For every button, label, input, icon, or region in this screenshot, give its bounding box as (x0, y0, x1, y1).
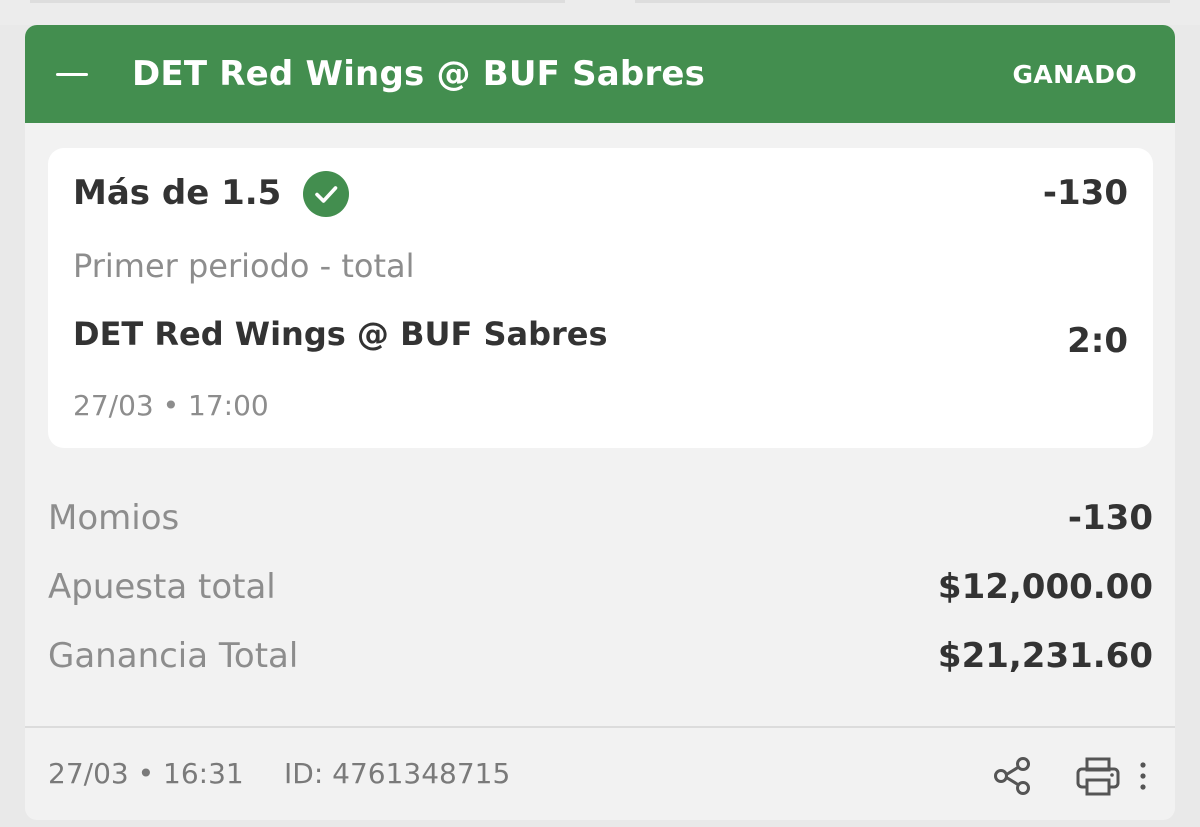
previous-card-edge-left (30, 0, 565, 3)
bet-placed-datetime: 27/03 • 16:31 (48, 757, 244, 790)
print-button[interactable] (1072, 753, 1124, 799)
more-vertical-icon (1140, 762, 1146, 790)
share-icon (994, 757, 1030, 795)
summary-payout-row: Ganancia Total $21,231.60 (48, 634, 1153, 678)
summary-stake-label: Apuesta total (48, 567, 276, 607)
summary-odds-value: -130 (1067, 498, 1153, 538)
bet-title: DET Red Wings @ BUF Sabres (132, 54, 706, 94)
print-icon (1076, 757, 1120, 796)
bet-status-badge: GANADO (1012, 60, 1137, 89)
selection-card: Más de 1.5 -130 Primer periodo - total D… (48, 148, 1153, 448)
previous-card-edge-right (635, 0, 1170, 3)
bet-id: ID: 4761348715 (284, 757, 511, 790)
selection-score: 2:0 (1067, 321, 1128, 361)
collapse-button[interactable] (49, 52, 99, 96)
summary-payout-value: $21,231.60 (937, 636, 1153, 676)
summary-payout-label: Ganancia Total (48, 636, 299, 676)
selection-datetime: 27/03 • 17:00 (73, 389, 269, 422)
summary-stake-row: Apuesta total $12,000.00 (48, 565, 1153, 609)
selection-market: Más de 1.5 (73, 173, 282, 213)
previous-card-edge (0, 0, 1200, 25)
summary-odds-row: Momios -130 (48, 496, 1153, 540)
selection-event: DET Red Wings @ BUF Sabres (73, 315, 608, 353)
minus-icon (56, 73, 88, 76)
footer-divider (25, 726, 1175, 728)
bet-card-header[interactable]: DET Red Wings @ BUF Sabres GANADO (25, 25, 1175, 123)
summary-stake-value: $12,000.00 (937, 567, 1153, 607)
share-button[interactable] (988, 753, 1036, 799)
check-circle-icon (303, 171, 349, 217)
summary-odds-label: Momios (48, 498, 180, 538)
bet-card: DET Red Wings @ BUF Sabres GANADO Más de… (25, 25, 1175, 820)
selection-type: Primer periodo - total (73, 247, 415, 285)
more-options-button[interactable] (1132, 755, 1154, 799)
selection-odds: -130 (1042, 173, 1128, 213)
